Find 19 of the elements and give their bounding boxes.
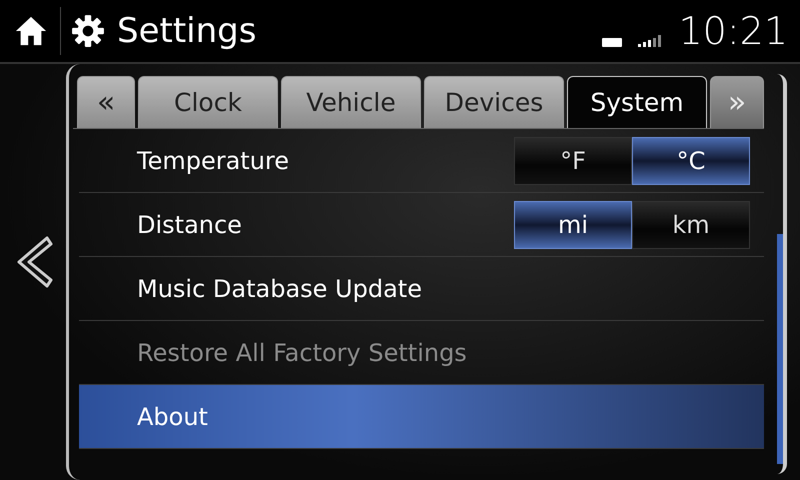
previous-tabs-button[interactable]: « <box>77 76 135 128</box>
tab[interactable]: Vehicle <box>281 76 421 128</box>
tab[interactable]: System <box>567 76 707 128</box>
setting-label: Distance <box>137 210 243 238</box>
signal-icon <box>638 35 662 47</box>
setting-label: Temperature <box>137 146 290 174</box>
menu-item[interactable]: Music Database Update <box>79 257 764 321</box>
unit-option[interactable]: mi <box>514 200 632 248</box>
screen-title: Settings <box>117 11 256 51</box>
unit-option[interactable]: °C <box>632 136 750 184</box>
tab[interactable]: Devices <box>424 76 564 128</box>
gear-icon <box>71 14 105 48</box>
unit-option[interactable]: km <box>632 200 750 248</box>
menu-item[interactable]: About <box>79 385 764 449</box>
battery-icon <box>602 38 622 46</box>
unit-option[interactable]: °F <box>514 136 632 184</box>
tab[interactable]: Clock <box>138 76 278 128</box>
clock-time: 10:21 <box>678 9 788 53</box>
scrollbar[interactable] <box>777 74 787 474</box>
